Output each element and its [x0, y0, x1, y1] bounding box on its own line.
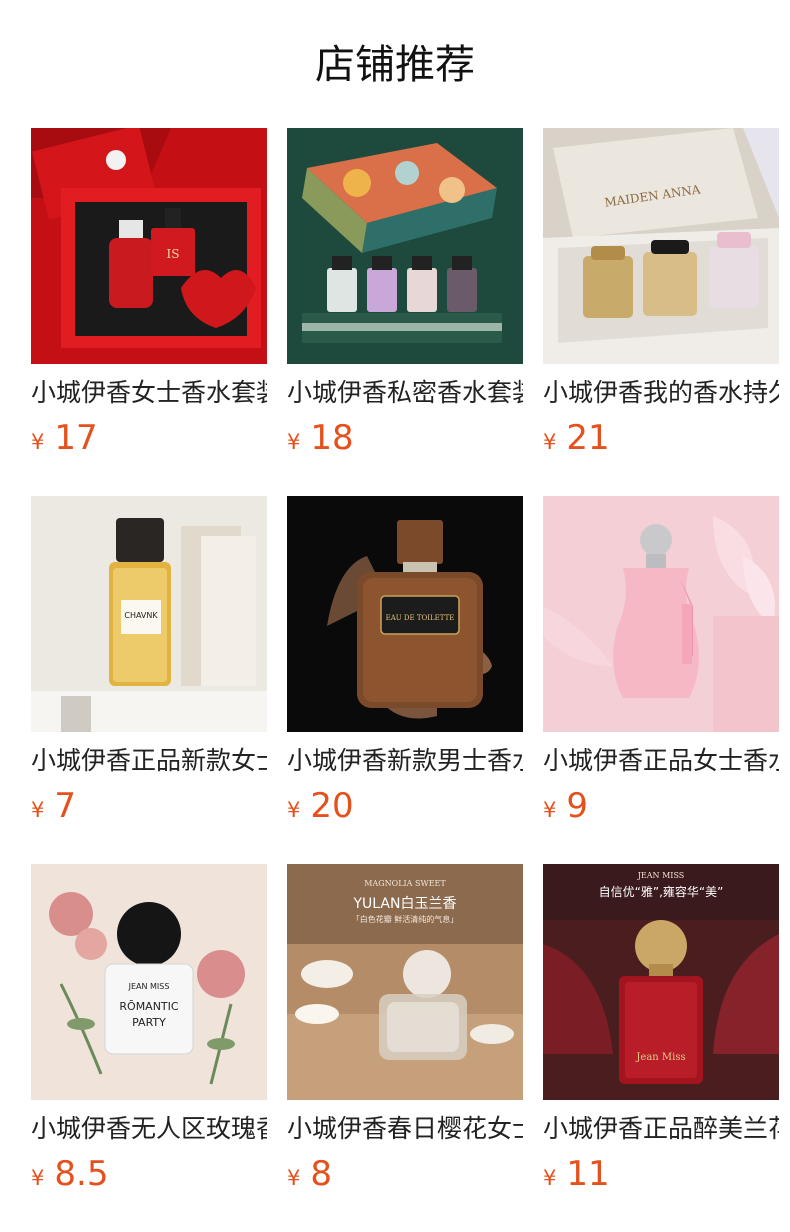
currency-symbol: ¥ — [543, 1166, 557, 1190]
product-image[interactable]: JEAN MISS 自信优“雅”,雍容华“美” Jean Miss — [543, 864, 779, 1100]
product-image[interactable]: CHAVNK — [31, 496, 267, 732]
product-name[interactable]: 小城伊香正品新款女士 — [31, 741, 267, 781]
currency-symbol: ¥ — [31, 430, 45, 454]
product-price: ¥8.5 — [31, 1152, 108, 1196]
product-price: ¥17 — [31, 416, 98, 460]
svg-text:Jean Miss: Jean Miss — [635, 1052, 685, 1063]
price-value: 18 — [310, 418, 354, 458]
currency-symbol: ¥ — [31, 798, 45, 822]
currency-symbol: ¥ — [287, 1166, 301, 1190]
svg-text:MAGNOLIA SWEET: MAGNOLIA SWEET — [364, 879, 446, 888]
svg-text:「白色花瓣 鲜活清纯的气息」: 「白色花瓣 鲜活清纯的气息」 — [352, 914, 459, 924]
product-image[interactable]: MAIDEN ANNA — [543, 128, 779, 364]
product-price: ¥20 — [287, 784, 354, 828]
currency-symbol: ¥ — [31, 1166, 45, 1190]
svg-text:EAU DE TOILETTE: EAU DE TOILETTE — [386, 614, 455, 622]
product-price: ¥7 — [31, 784, 76, 828]
product-name[interactable]: 小城伊香正品女士香水 — [543, 741, 779, 781]
product-name[interactable]: 小城伊香正品醉美兰花 — [543, 1109, 779, 1149]
svg-text:PARTY: PARTY — [132, 1016, 166, 1029]
svg-text:IS: IS — [167, 247, 180, 261]
wooden-bottle-in-hand-icon: EAU DE TOILETTE — [287, 496, 523, 732]
chavnk-yellow-bottle-icon: CHAVNK — [31, 496, 267, 732]
svg-text:自信优“雅”,雍容华“美”: 自信优“雅”,雍容华“美” — [599, 884, 724, 899]
price-value: 11 — [566, 1154, 610, 1194]
pink-bottle-tassel-icon — [543, 496, 779, 732]
price-value: 7 — [54, 786, 77, 826]
product-image[interactable]: EAU DE TOILETTE — [287, 496, 523, 732]
price-value: 8 — [310, 1154, 333, 1194]
product-name[interactable]: 小城伊香新款男士香水 — [287, 741, 523, 781]
product-image[interactable] — [543, 496, 779, 732]
svg-text:RŌMANTIC: RŌMANTIC — [119, 1000, 179, 1013]
product-image[interactable] — [287, 128, 523, 364]
svg-text:CHAVNK: CHAVNK — [124, 611, 158, 620]
yulan-bottle-sand-icon: MAGNOLIA SWEET YULAN白玉兰香 「白色花瓣 鲜活清纯的气息」 — [287, 864, 523, 1100]
price-value: 8.5 — [54, 1154, 109, 1194]
product-name[interactable]: 小城伊香我的香水持久 — [543, 373, 779, 413]
product-image[interactable]: IS — [31, 128, 267, 364]
currency-symbol: ¥ — [287, 430, 301, 454]
svg-text:JEAN MISS: JEAN MISS — [128, 982, 170, 991]
price-value: 9 — [566, 786, 589, 826]
product-price: ¥11 — [543, 1152, 610, 1196]
floral-box-four-bottles-icon — [287, 128, 523, 364]
product-price: ¥21 — [543, 416, 610, 460]
romantic-party-bottle-icon: JEAN MISS RŌMANTIC PARTY — [31, 864, 267, 1100]
product-name[interactable]: 小城伊香无人区玫瑰香水 — [31, 1109, 267, 1149]
currency-symbol: ¥ — [543, 430, 557, 454]
price-value: 21 — [566, 418, 610, 458]
price-value: 17 — [54, 418, 98, 458]
product-price: ¥18 — [287, 416, 354, 460]
product-image[interactable]: JEAN MISS RŌMANTIC PARTY — [31, 864, 267, 1100]
maiden-anna-gift-set-icon: MAIDEN ANNA — [543, 128, 779, 364]
product-price: ¥8 — [287, 1152, 332, 1196]
jean-miss-red-bottle-icon: JEAN MISS 自信优“雅”,雍容华“美” Jean Miss — [543, 864, 779, 1100]
product-price: ¥9 — [543, 784, 588, 828]
price-value: 20 — [310, 786, 354, 826]
red-perfume-gift-box-icon: IS — [31, 128, 267, 364]
product-name[interactable]: 小城伊香春日樱花女士 — [287, 1109, 523, 1149]
product-name[interactable]: 小城伊香女士香水套装 — [31, 373, 267, 413]
svg-text:YULAN白玉兰香: YULAN白玉兰香 — [353, 896, 457, 912]
product-name[interactable]: 小城伊香私密香水套装 — [287, 373, 523, 413]
svg-text:JEAN MISS: JEAN MISS — [637, 871, 685, 880]
page-title: 店铺推荐 — [315, 42, 475, 88]
currency-symbol: ¥ — [287, 798, 301, 822]
currency-symbol: ¥ — [543, 798, 557, 822]
product-image[interactable]: MAGNOLIA SWEET YULAN白玉兰香 「白色花瓣 鲜活清纯的气息」 — [287, 864, 523, 1100]
